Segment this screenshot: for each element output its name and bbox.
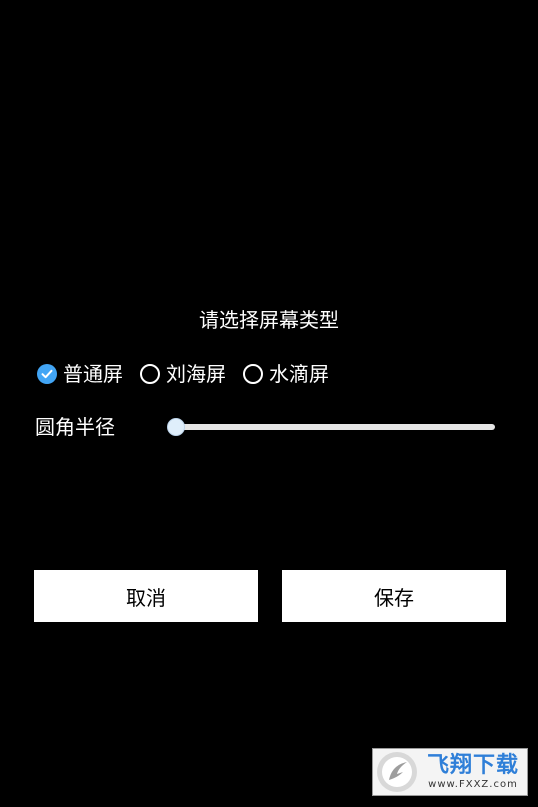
radio-label: 刘海屏 [166,362,226,386]
slider-thumb[interactable] [167,418,185,436]
watermark: 飞翔下载 www.FXXZ.com [372,748,528,796]
radio-normal-screen[interactable]: 普通屏 [37,359,123,389]
watermark-brand: 飞翔下载 [426,753,519,778]
slider-track[interactable] [175,424,495,430]
watermark-text: 飞翔下载 www.FXXZ.com [419,753,527,791]
feixiang-logo-icon [377,752,417,792]
cancel-button[interactable]: 取消 [34,570,258,622]
radio-unchecked-icon [140,364,160,384]
screen-type-radio-group: 普通屏 刘海屏 水滴屏 [37,359,346,389]
corner-radius-label: 圆角半径 [35,415,115,439]
radio-label: 普通屏 [63,362,123,386]
radio-waterdrop-screen[interactable]: 水滴屏 [243,359,329,389]
radio-unchecked-icon [243,364,263,384]
dialog-title: 请选择屏幕类型 [199,308,339,332]
radio-checked-icon [37,364,57,384]
radio-notch-screen[interactable]: 刘海屏 [140,359,226,389]
corner-radius-slider[interactable] [167,416,495,438]
screen-type-dialog: 请选择屏幕类型 普通屏 刘海屏 水滴屏 圆角半径 取消 保存 飞翔下载 www.… [0,0,538,807]
watermark-url: www.FXXZ.com [428,779,518,790]
radio-label: 水滴屏 [269,362,329,386]
save-button[interactable]: 保存 [282,570,506,622]
